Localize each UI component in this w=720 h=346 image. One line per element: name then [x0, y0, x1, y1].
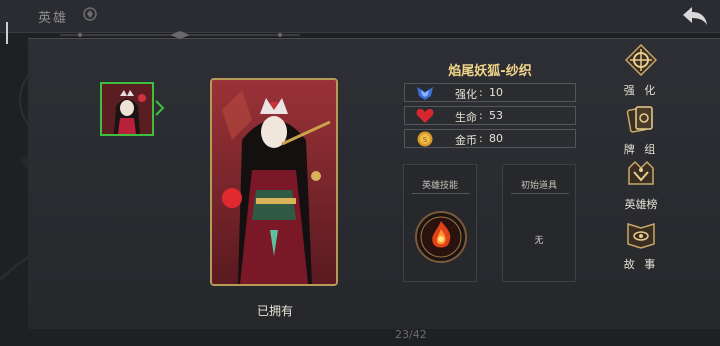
initial-item-box: 初始道具 无: [502, 164, 576, 282]
stat-label: 金币: [455, 134, 477, 147]
hero-ranking-icon: [628, 160, 654, 185]
card-deck-icon: [626, 106, 653, 133]
hero-full-art: [212, 80, 336, 284]
stat-value: 53: [489, 109, 503, 122]
back-arrow-icon[interactable]: [680, 4, 710, 28]
card-deck-label: 牌 组: [623, 143, 659, 156]
stat-label: 生命: [455, 111, 477, 124]
stat-value: 10: [489, 86, 503, 99]
story-icon: [627, 222, 655, 249]
hero-card-art[interactable]: [210, 78, 338, 286]
hero-name: 焰尾妖狐-纱织: [448, 64, 532, 79]
owned-label: 已拥有: [256, 304, 293, 318]
fox-fire-skill-icon[interactable]: [415, 211, 467, 263]
top-bar: 英雄: [0, 0, 720, 44]
hero-ranking-button[interactable]: 英雄榜: [618, 158, 664, 218]
hero-tab-icon[interactable]: [82, 6, 98, 22]
stat-row-gold: S 金币 : 80: [404, 129, 576, 148]
blue-wing-icon: [417, 87, 433, 100]
gold-coin-icon: S: [417, 131, 433, 147]
stat-row-life: 生命 : 53: [404, 106, 576, 125]
page-title[interactable]: 英雄: [38, 7, 68, 26]
initial-item-title: 初始道具: [520, 181, 557, 191]
page-counter: 23/42: [395, 328, 427, 341]
stat-value: 80: [489, 132, 503, 145]
panel-ornament: [60, 31, 300, 39]
story-label: 故 事: [623, 258, 659, 271]
selected-arrow-icon: [155, 100, 165, 116]
initial-item-value: 无: [534, 236, 544, 246]
hero-ranking-label: 英雄榜: [624, 198, 658, 211]
hero-portrait-small: [102, 84, 152, 134]
enhance-button[interactable]: 强 化: [618, 44, 664, 104]
hero-skill-title: 英雄技能: [421, 181, 458, 191]
hero-skill-box: 英雄技能: [403, 164, 477, 282]
red-heart-icon: [416, 108, 434, 123]
svg-text:S: S: [423, 136, 428, 144]
card-deck-button[interactable]: 牌 组: [618, 103, 664, 163]
story-button[interactable]: 故 事: [618, 218, 664, 278]
enhance-icon: [625, 44, 657, 76]
hero-thumbnail-selected[interactable]: [100, 82, 154, 136]
enhance-label: 强 化: [623, 84, 659, 97]
stat-label: 强化: [455, 88, 477, 101]
stat-row-enhance: 强化 : 10: [404, 83, 576, 102]
